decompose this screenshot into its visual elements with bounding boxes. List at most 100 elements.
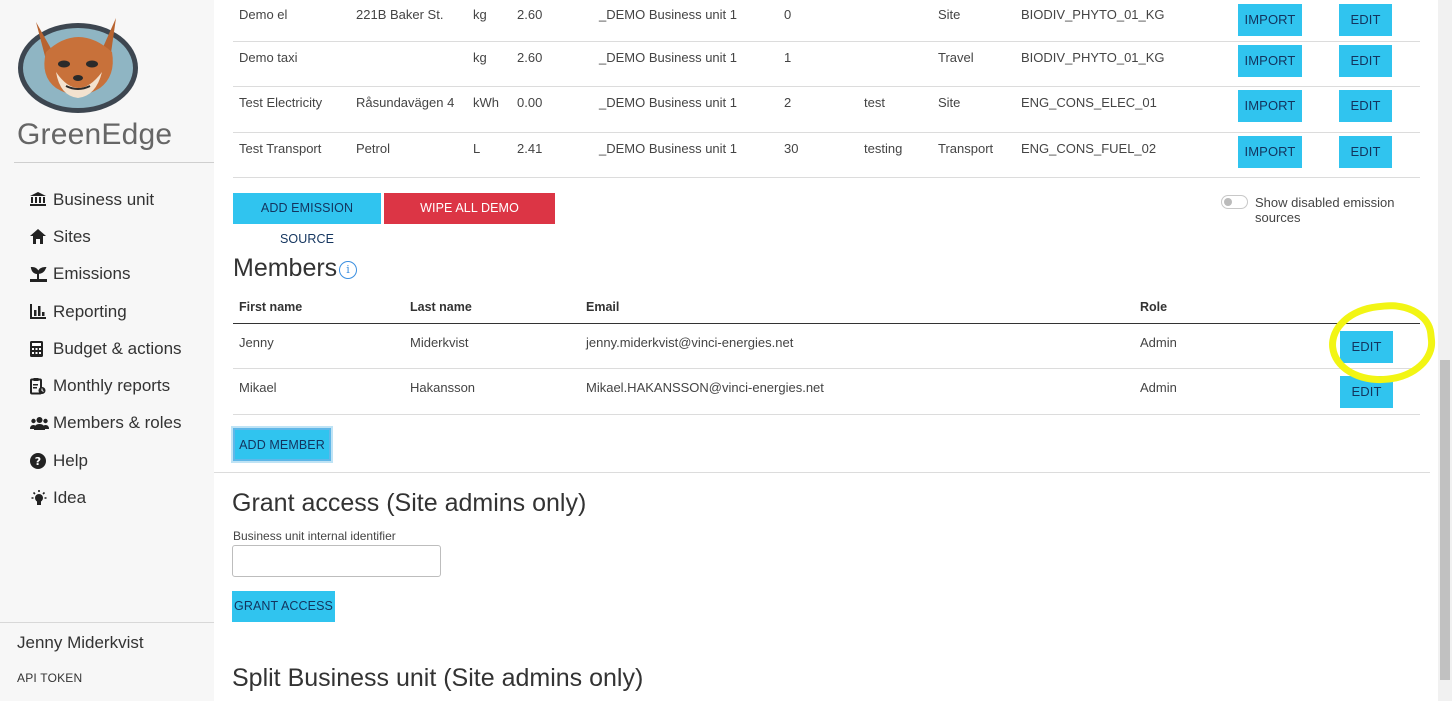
table-row: Demo taxi kg 2.60 _DEMO Business unit 1 … [233,41,1420,87]
divider [14,162,214,163]
emission-factor: 2.41 [517,140,543,156]
emission-category: Site [938,95,961,110]
emission-business-unit: _DEMO Business unit 1 [599,49,738,65]
sidebar-item-label: Business unit [53,189,155,209]
edit-button[interactable]: EDIT [1339,4,1392,36]
import-button[interactable]: IMPORT [1238,44,1302,77]
emission-note: testing [864,140,903,156]
divider [0,622,214,623]
show-disabled-toggle[interactable] [1221,195,1248,209]
sidebar-item-idea[interactable]: Idea [30,479,182,516]
api-token-link[interactable]: API TOKEN [17,671,82,685]
table-row: Jenny Miderkvist jenny.miderkvist@vinci-… [233,323,1420,369]
member-role: Admin [1140,334,1177,350]
grant-access-button[interactable]: GRANT ACCESS [232,591,335,622]
emission-business-unit: _DEMO Business unit 1 [599,95,738,110]
calculator-icon [30,340,53,357]
sidebar-item-label: Emissions [53,264,131,284]
member-role: Admin [1140,380,1177,395]
bank-icon [30,192,53,207]
table-row: Test Electricity Råsundavägen 4 kWh 0.00… [233,87,1420,133]
sidebar-item-emissions[interactable]: Emissions [30,256,182,293]
sidebar-item-label: Sites [53,226,91,246]
emission-detail: Råsundavägen 4 [356,95,455,110]
page-scrollbar[interactable] [1438,0,1452,701]
member-first-name: Jenny [239,334,274,350]
emission-note: test [864,95,885,110]
sidebar-item-label: Members & roles [53,413,182,433]
home-icon [30,229,53,245]
sidebar-item-monthly-reports[interactable]: Monthly reports [30,367,182,404]
business-unit-identifier-input[interactable] [232,545,441,577]
member-first-name: Mikael [239,380,277,395]
toggle-knob [1224,198,1232,206]
emissions-table: Demo el 221B Baker St. kg 2.60 _DEMO Bus… [233,0,1420,178]
current-user-name[interactable]: Jenny Miderkvist [17,633,144,653]
split-business-unit-heading: Split Business unit (Site admins only) [232,664,644,692]
emission-detail: Petrol [356,140,390,156]
emission-count: 30 [784,140,799,156]
sidebar-item-label: Monthly reports [53,376,171,396]
edit-button[interactable]: EDIT [1339,44,1392,77]
emission-code: ENG_CONS_ELEC_01 [1021,95,1157,110]
sidebar-item-reporting[interactable]: Reporting [30,293,182,330]
column-header-role: Role [1140,300,1168,315]
emission-factor: 0.00 [517,95,543,110]
lightbulb-icon [30,489,53,507]
import-cell: IMPORT [1232,132,1333,178]
emission-name: Demo taxi [239,49,298,65]
sidebar-item-business-unit[interactable]: Business unit [30,181,182,218]
emission-detail [350,41,467,87]
add-emission-source-button[interactable]: ADD EMISSION SOURCE [233,193,381,246]
emission-note [858,0,932,41]
table-row: Test Transport Petrol L 2.41 _DEMO Busin… [233,132,1420,178]
column-header-email: Email [586,300,620,315]
table-row: Demo el 221B Baker St. kg 2.60 _DEMO Bus… [233,0,1420,41]
business-unit-identifier-label: Business unit internal identifier [233,529,396,543]
sidebar-item-help[interactable]: ? Help [30,442,182,479]
emission-name: Test Electricity [239,95,323,110]
emission-code: BIODIV_PHYTO_01_KG [1021,7,1165,22]
import-button[interactable]: IMPORT [1238,90,1302,122]
emission-note [858,41,932,87]
scrollbar-thumb[interactable] [1440,360,1450,680]
edit-button[interactable]: EDIT [1339,90,1392,122]
column-header-actions [1334,292,1420,323]
sidebar-item-members-roles[interactable]: Members & roles [30,405,182,442]
emission-category: Travel [938,49,974,65]
import-cell: IMPORT [1232,0,1333,41]
emission-detail: 221B Baker St. [356,7,444,22]
emission-factor: 2.60 [517,7,543,22]
wipe-demo-emissions-button[interactable]: WIPE ALL DEMO EMISSIONS [384,193,555,246]
emission-count: 0 [784,7,792,22]
column-header-first-name: First name [239,300,303,315]
grant-access-heading: Grant access (Site admins only) [232,489,587,517]
bar-chart-icon [30,304,53,320]
emission-category: Transport [938,140,994,156]
edit-cell: EDIT [1333,87,1420,133]
member-email: Mikael.HAKANSSON@vinci-energies.net [586,380,824,395]
import-button[interactable]: IMPORT [1238,135,1302,168]
member-last-name: Miderkvist [410,334,469,350]
info-icon[interactable]: i [339,261,357,279]
sidebar-item-sites[interactable]: Sites [30,218,182,255]
svg-text:?: ? [35,455,41,468]
sidebar-nav: Business unit Sites Emissions Reporting … [30,181,182,517]
edit-member-button[interactable]: EDIT [1340,330,1393,363]
sidebar-item-budget-actions[interactable]: Budget & actions [30,330,182,367]
edit-member-button[interactable]: EDIT [1340,376,1393,408]
emission-unit: L [473,140,481,156]
edit-cell: EDIT [1334,323,1420,369]
show-disabled-label: Show disabled emission sources [1255,195,1395,225]
emissions-icon [30,266,53,282]
sidebar-item-label: Idea [53,488,87,508]
edit-button[interactable]: EDIT [1339,135,1392,168]
table-row: Mikael Hakansson Mikael.HAKANSSON@vinci-… [233,369,1420,414]
emission-name: Test Transport [239,140,322,156]
add-member-button[interactable]: ADD MEMBER [233,428,331,461]
fox-mascot-logo-icon[interactable] [16,14,140,116]
table-header-row: First name Last name Email Role [233,292,1420,323]
import-button[interactable]: IMPORT [1238,4,1302,36]
edit-cell: EDIT [1333,132,1420,178]
member-email: jenny.miderkvist@vinci-energies.net [586,334,794,350]
